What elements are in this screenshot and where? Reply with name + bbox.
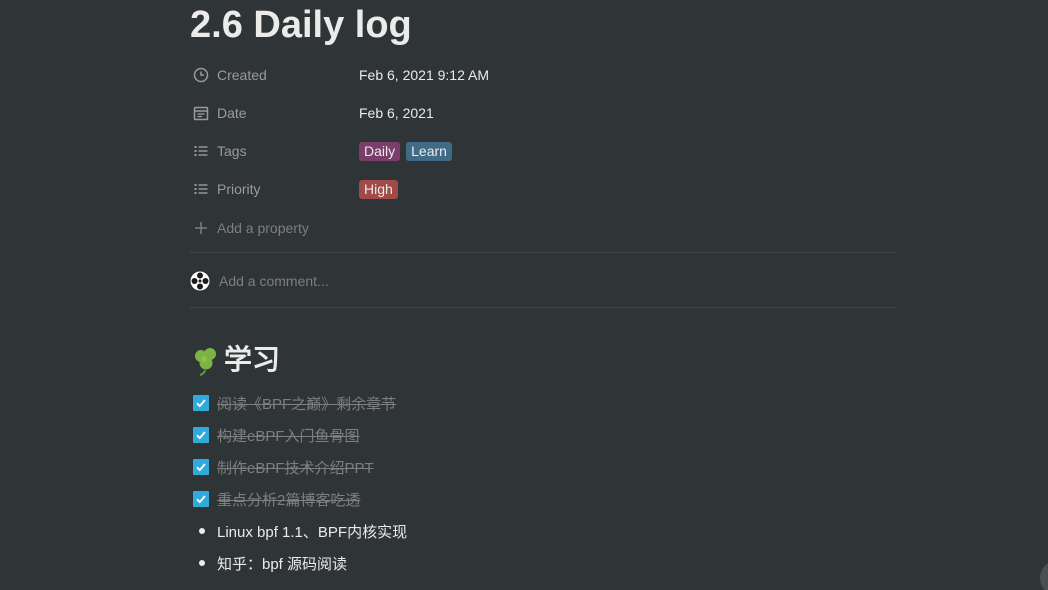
property-priority-label: Priority bbox=[217, 181, 261, 197]
tag-daily[interactable]: Daily bbox=[359, 141, 401, 161]
todo-text[interactable]: 制作eBPF技术介绍PPT bbox=[217, 457, 374, 478]
property-tags[interactable]: Tags Daily Learn bbox=[190, 134, 895, 168]
bullet-icon bbox=[199, 528, 205, 534]
comment-input[interactable]: Add a comment... bbox=[190, 266, 329, 296]
property-created-value: Feb 6, 2021 9:12 AM bbox=[359, 67, 489, 83]
section-heading-text: 学习 bbox=[224, 344, 281, 375]
checkbox-checked[interactable] bbox=[193, 395, 209, 411]
todo-text[interactable]: 构建eBPF入门鱼骨图 bbox=[217, 425, 360, 446]
page-title[interactable]: 2.6 Daily log bbox=[190, 1, 412, 49]
todo-item: 构建eBPF入门鱼骨图 bbox=[190, 421, 360, 449]
list-item-text[interactable]: 知乎：bpf 源码阅读 bbox=[217, 553, 347, 574]
calendar-icon bbox=[192, 104, 210, 122]
divider bbox=[190, 252, 895, 253]
property-created-label: Created bbox=[217, 67, 267, 83]
list-item: 知乎：bpf 源码阅读 bbox=[190, 549, 347, 577]
property-priority[interactable]: Priority High bbox=[190, 172, 895, 206]
clock-icon bbox=[192, 66, 210, 84]
list-icon bbox=[192, 142, 210, 160]
todo-item: 制作eBPF技术介绍PPT bbox=[190, 453, 374, 481]
property-date[interactable]: Date Feb 6, 2021 bbox=[190, 96, 895, 130]
tag-high[interactable]: High bbox=[359, 179, 398, 199]
help-button[interactable] bbox=[1040, 560, 1048, 590]
tag-learn[interactable]: Learn bbox=[406, 141, 452, 161]
todo-item: 重点分析2篇博客吃透 bbox=[190, 485, 360, 513]
property-date-label: Date bbox=[217, 105, 247, 121]
checkbox-checked[interactable] bbox=[193, 427, 209, 443]
page: 2.6 Daily log Created Feb 6, 2021 9:12 A… bbox=[0, 0, 1048, 590]
avatar bbox=[190, 271, 210, 291]
bullet-icon bbox=[199, 560, 205, 566]
section-heading[interactable]: 学习 bbox=[190, 340, 280, 380]
comment-placeholder: Add a comment... bbox=[219, 273, 329, 289]
add-property-button[interactable]: Add a property bbox=[190, 211, 895, 245]
todo-text[interactable]: 阅读《BPF之巅》剩余章节 bbox=[217, 393, 396, 414]
checkbox-checked[interactable] bbox=[193, 459, 209, 475]
property-tags-label: Tags bbox=[217, 143, 247, 159]
todo-text[interactable]: 重点分析2篇博客吃透 bbox=[217, 489, 360, 510]
todo-item: 阅读《BPF之巅》剩余章节 bbox=[190, 389, 396, 417]
list-item-text[interactable]: Linux bpf 1.1、BPF内核实现 bbox=[217, 521, 407, 542]
list-icon bbox=[192, 180, 210, 198]
add-property-label: Add a property bbox=[217, 220, 309, 236]
checkbox-checked[interactable] bbox=[193, 491, 209, 507]
shamrock-icon bbox=[190, 344, 222, 376]
list-item: Linux bpf 1.1、BPF内核实现 bbox=[190, 517, 407, 545]
property-date-value: Feb 6, 2021 bbox=[359, 105, 434, 121]
divider bbox=[190, 307, 895, 308]
property-created[interactable]: Created Feb 6, 2021 9:12 AM bbox=[190, 58, 895, 92]
plus-icon bbox=[192, 219, 210, 237]
